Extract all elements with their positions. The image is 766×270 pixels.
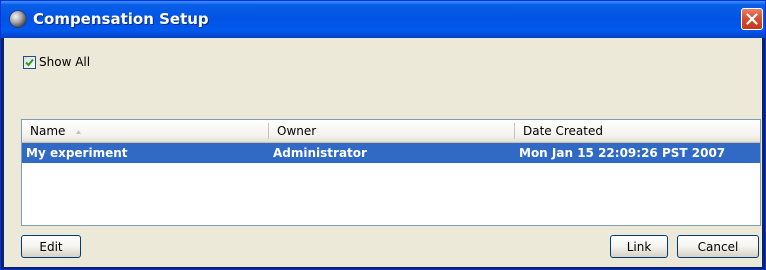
checkbox-box[interactable] <box>23 56 36 69</box>
cell-name: My experiment <box>26 146 128 160</box>
show-all-label: Show All <box>39 55 91 69</box>
title-bar[interactable]: Compensation Setup <box>1 1 765 38</box>
link-button[interactable]: Link <box>610 235 668 258</box>
table-header: Name Owner Date Created <box>22 120 760 143</box>
column-header-label: Date Created <box>523 124 603 138</box>
cancel-button[interactable]: Cancel <box>677 235 759 258</box>
dialog-body: Show All Name Owner Date Created My expe… <box>4 38 762 267</box>
column-header-name[interactable]: Name <box>22 120 268 142</box>
close-icon <box>746 13 758 25</box>
app-icon <box>10 11 26 27</box>
edit-button[interactable]: Edit <box>21 235 81 258</box>
check-icon <box>25 58 34 67</box>
column-header-label: Owner <box>277 124 317 138</box>
column-header-owner[interactable]: Owner <box>269 120 514 142</box>
experiments-table: Name Owner Date Created My experiment Ad… <box>21 119 761 226</box>
compensation-setup-dialog: Compensation Setup Show All Name Owner D… <box>0 0 766 270</box>
sort-ascending-icon <box>76 130 81 134</box>
column-header-label: Name <box>30 124 66 138</box>
close-button[interactable] <box>741 8 763 30</box>
cell-date-created: Mon Jan 15 22:09:26 PST 2007 <box>519 146 726 160</box>
window-title: Compensation Setup <box>33 10 209 28</box>
table-row[interactable]: My experiment Administrator Mon Jan 15 2… <box>22 143 760 163</box>
column-header-date-created[interactable]: Date Created <box>515 120 760 142</box>
cell-owner: Administrator <box>273 146 367 160</box>
